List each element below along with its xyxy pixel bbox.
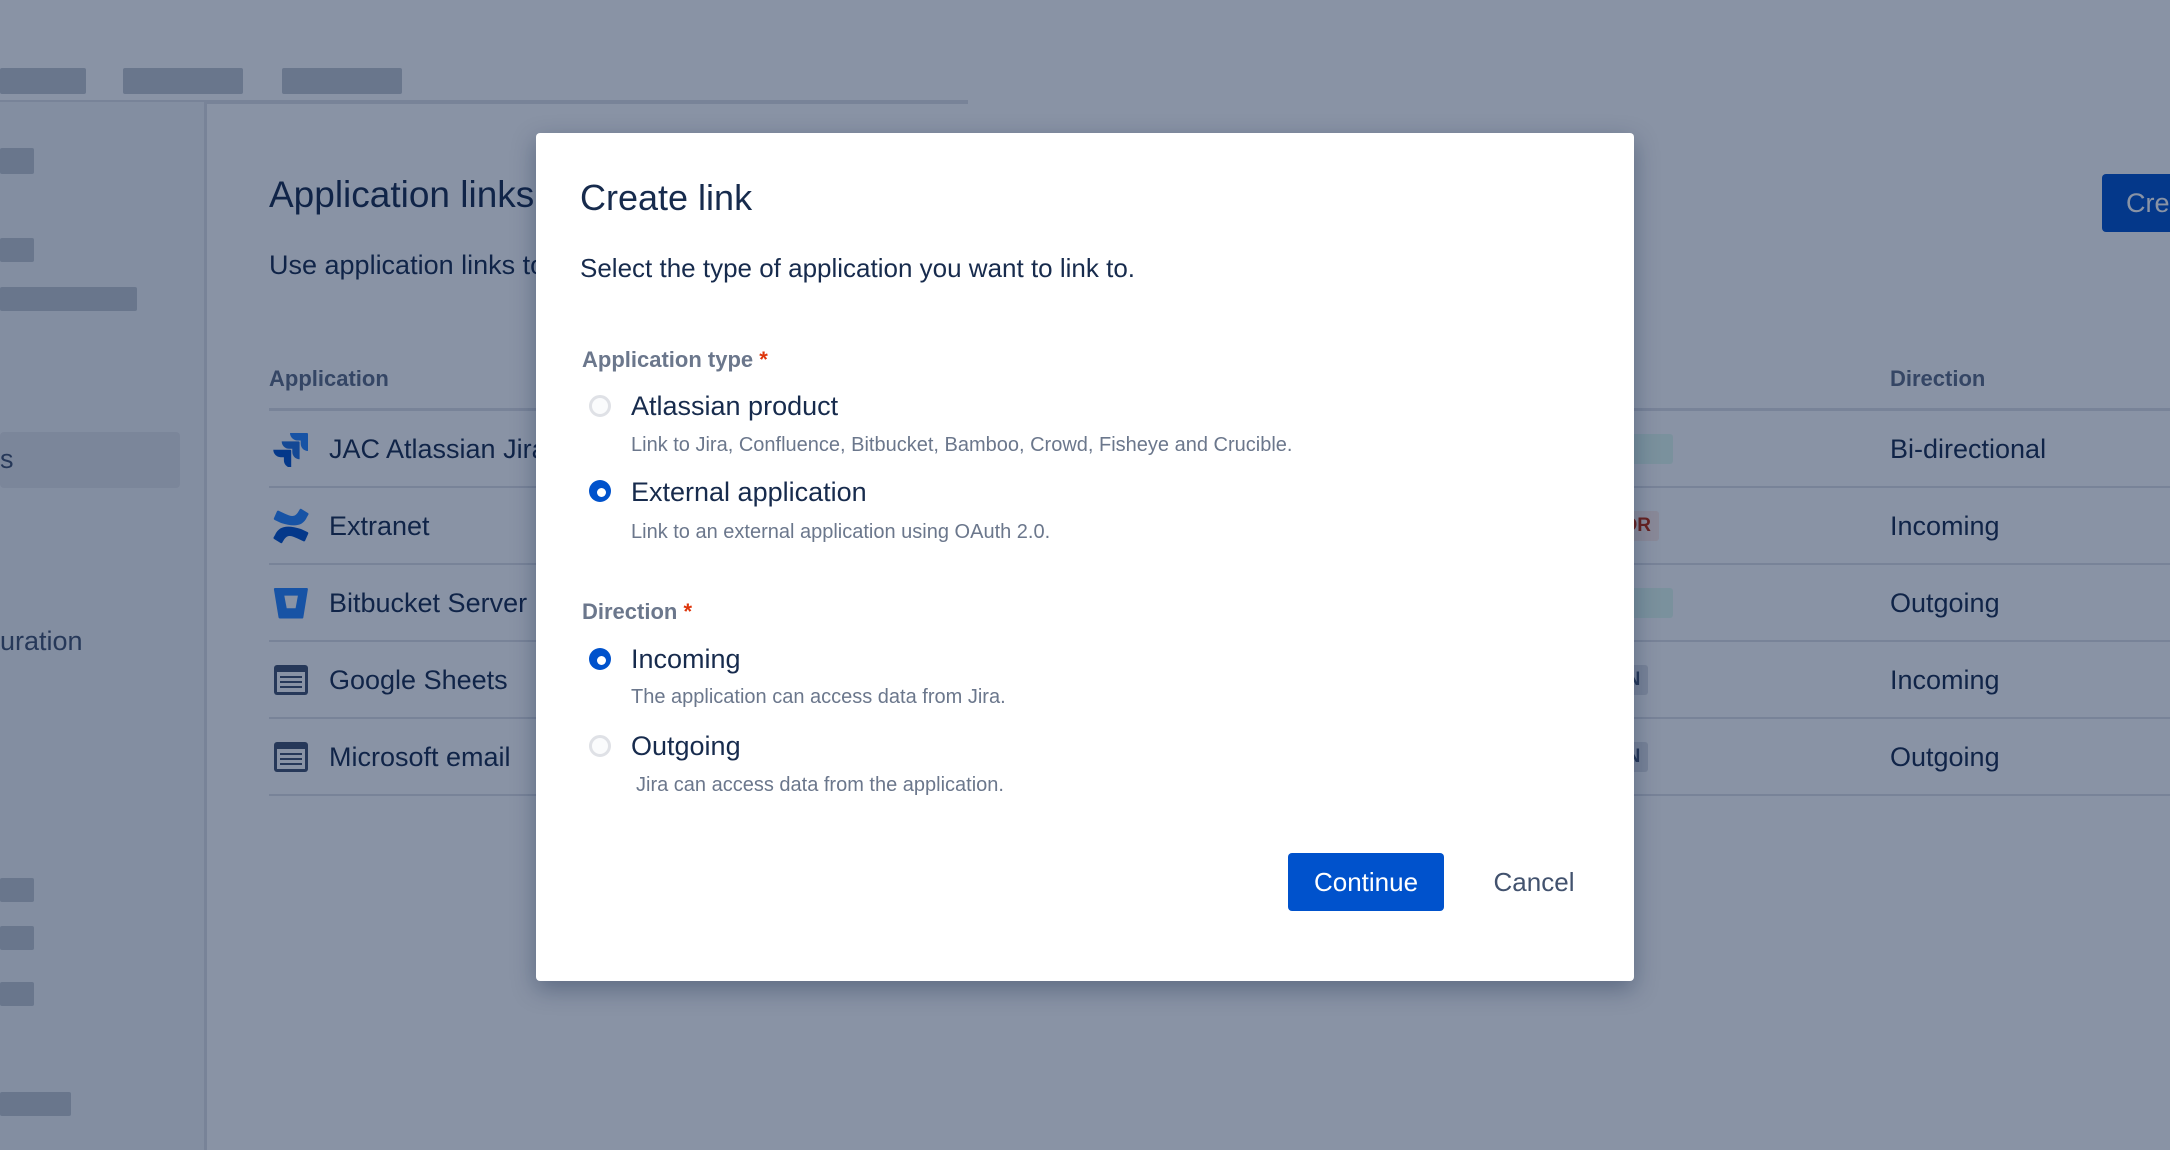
option-description: Link to an external application using OA… [631,521,1051,543]
field-label-text: Application type [582,347,754,372]
cancel-button[interactable]: Cancel [1472,853,1596,911]
radio-incoming[interactable] [589,648,611,670]
radio-external-application[interactable] [589,480,611,502]
required-marker: * [683,599,693,624]
dialog-subtitle: Select the type of application you want … [580,253,1136,283]
option-label-outgoing[interactable]: Outgoing [631,731,741,762]
required-marker: * [759,347,768,372]
option-description: Link to Jira, Confluence, Bitbucket, Bam… [631,434,1293,456]
option-description: Jira can access data from the applicatio… [636,774,1004,796]
option-label-external-application[interactable]: External application [631,477,867,508]
option-label-atlassian-product[interactable]: Atlassian product [631,391,838,422]
create-link-dialog: Create link Select the type of applicati… [536,133,1634,981]
application-type-label: Application type * [582,347,768,373]
option-label-incoming[interactable]: Incoming [631,644,741,675]
continue-button[interactable]: Continue [1288,853,1444,911]
radio-atlassian-product[interactable] [589,395,611,417]
field-label-text: Direction [582,599,678,624]
direction-label: Direction * [582,599,692,625]
option-description: The application can access data from Jir… [631,686,1006,708]
radio-outgoing[interactable] [589,735,611,757]
dialog-title: Create link [580,177,753,218]
